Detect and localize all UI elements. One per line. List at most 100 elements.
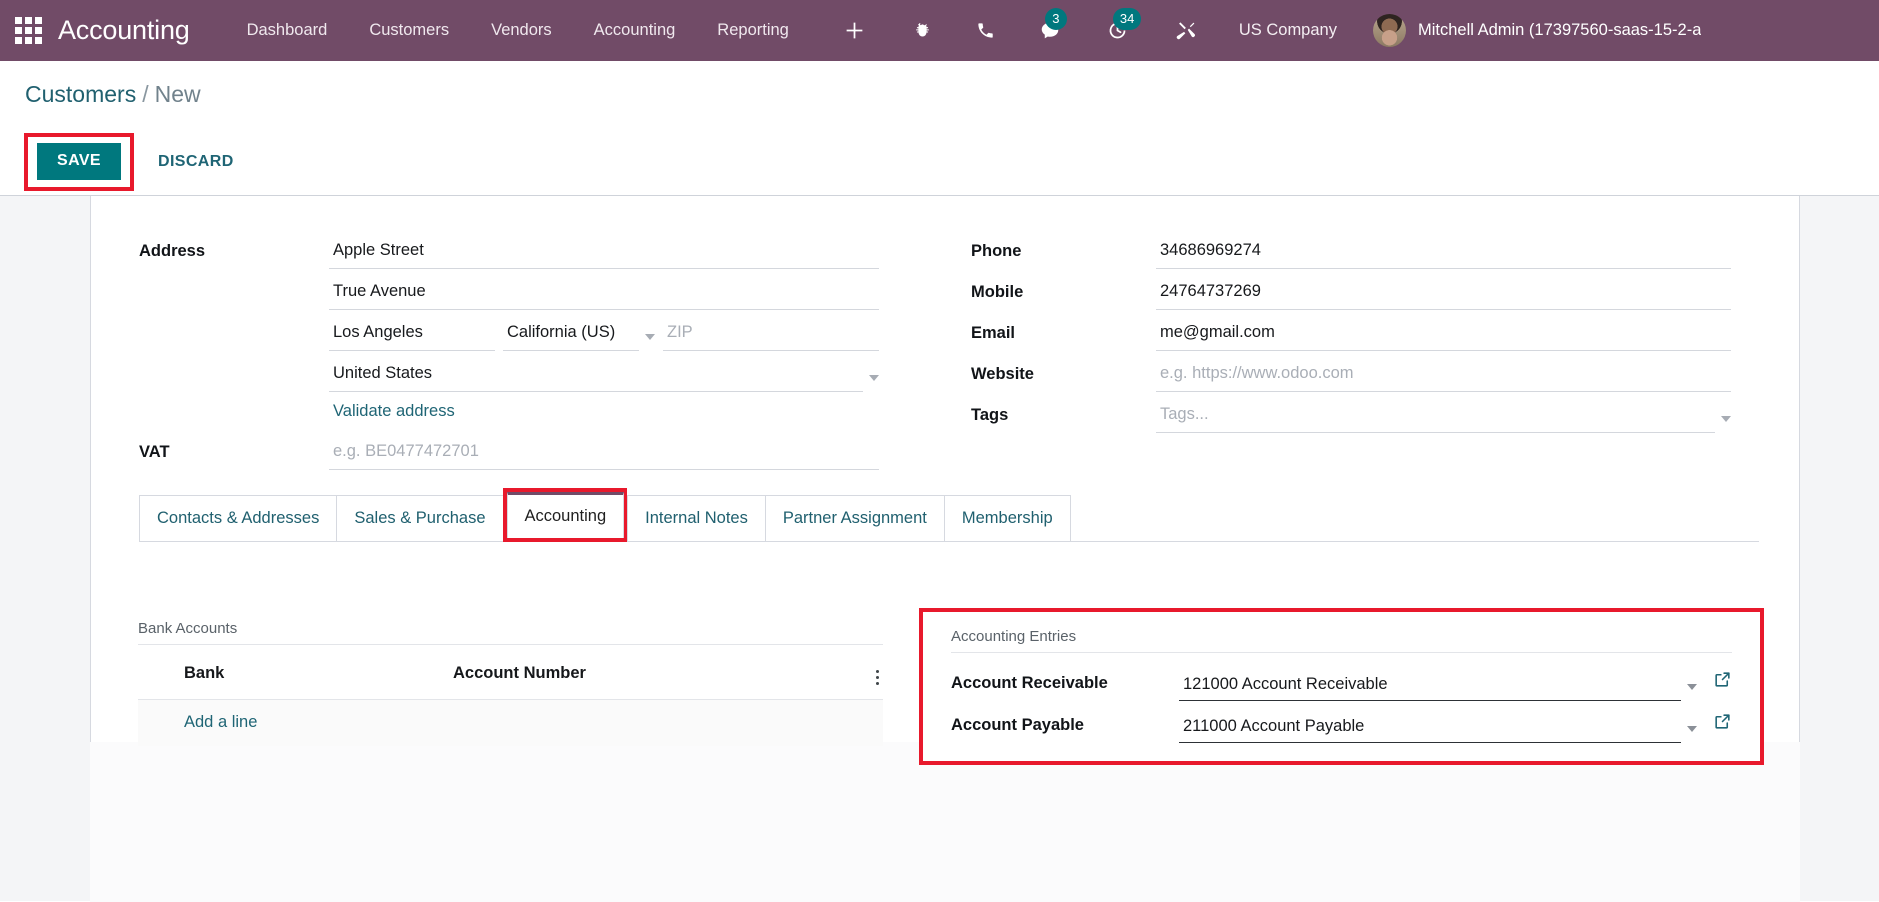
internal-link-receivable-icon[interactable] xyxy=(1713,670,1732,694)
bug-icon[interactable] xyxy=(891,0,954,61)
tags-label: Tags xyxy=(971,406,1009,424)
tools-icon[interactable] xyxy=(1154,0,1219,61)
tags-input[interactable]: Tags... xyxy=(1156,405,1715,433)
street2-spacer xyxy=(139,302,329,310)
breadcrumb: Customers / New xyxy=(25,81,201,108)
bank-accounts-group: Bank Accounts Bank Account Number Add a … xyxy=(138,620,883,746)
city-spacer xyxy=(139,343,329,351)
accounting-entries-title: Accounting Entries xyxy=(951,628,1732,653)
user-menu[interactable]: Mitchell Admin (17397560-saas-15-2-a xyxy=(1357,14,1701,47)
website-label: Website xyxy=(971,365,1034,383)
internal-link-payable-icon[interactable] xyxy=(1713,712,1732,736)
chat-icon[interactable]: 3 xyxy=(1017,0,1085,61)
add-a-line-link[interactable]: Add a line xyxy=(138,713,257,731)
phone-label: Phone xyxy=(971,242,1022,260)
column-header-account-number: Account Number xyxy=(453,645,853,700)
vertical-dots-icon[interactable] xyxy=(872,668,883,687)
phone-icon[interactable] xyxy=(954,0,1017,61)
city-input[interactable]: Los Angeles xyxy=(329,323,495,351)
tab-accounting[interactable]: Accounting xyxy=(506,492,625,538)
accounting-tab-annotation-highlight: Accounting xyxy=(502,488,628,542)
validate-address-link[interactable]: Validate address xyxy=(333,392,455,429)
breadcrumb-separator: / xyxy=(142,81,149,107)
app-brand-title[interactable]: Accounting xyxy=(58,15,190,46)
accounting-entries-annotation-highlight: Accounting Entries Account Receivable 12… xyxy=(919,608,1764,765)
website-input[interactable]: e.g. https://www.odoo.com xyxy=(1156,364,1731,392)
account-payable-select[interactable]: 211000 Account Payable xyxy=(1179,717,1681,743)
vat-input[interactable]: e.g. BE0477472701 xyxy=(329,442,879,470)
nav-menu-dashboard[interactable]: Dashboard xyxy=(226,0,349,61)
state-select[interactable]: California (US) xyxy=(503,323,639,351)
nav-menu-reporting[interactable]: Reporting xyxy=(696,0,810,61)
field-row-account-receivable: Account Receivable 121000 Account Receiv… xyxy=(951,659,1732,701)
field-row-street2: True Avenue xyxy=(139,269,879,310)
tab-sales-purchase[interactable]: Sales & Purchase xyxy=(336,495,504,541)
user-menu-label: Mitchell Admin (17397560-saas-15-2-a xyxy=(1417,21,1702,39)
country-select[interactable]: United States xyxy=(329,364,863,392)
optional-columns-header xyxy=(853,645,883,700)
mobile-label: Mobile xyxy=(971,283,1024,301)
nav-menu-accounting[interactable]: Accounting xyxy=(573,0,697,61)
chevron-down-icon[interactable] xyxy=(1687,684,1697,690)
control-panel: Customers / New SAVE DISCARD xyxy=(0,61,1879,195)
form-column-right: Phone 34686969274 Mobile 24764737269 Ema… xyxy=(971,228,1731,433)
street2-input[interactable]: True Avenue xyxy=(329,282,879,310)
field-row-mobile: Mobile 24764737269 xyxy=(971,269,1731,310)
tab-partner-assignment[interactable]: Partner Assignment xyxy=(764,495,945,541)
email-label: Email xyxy=(971,324,1016,342)
chevron-down-icon[interactable] xyxy=(1687,726,1697,732)
field-row-website: Website e.g. https://www.odoo.com xyxy=(971,351,1731,392)
bank-accounts-empty-strip xyxy=(138,790,883,830)
column-header-bank: Bank xyxy=(138,645,453,700)
nav-menu-vendors[interactable]: Vendors xyxy=(470,0,573,61)
street-input[interactable]: Apple Street xyxy=(329,241,879,269)
phone-input[interactable]: 34686969274 xyxy=(1156,241,1731,269)
address-label: Address xyxy=(139,242,206,260)
bank-accounts-table: Bank Account Number Add a line xyxy=(138,645,883,746)
bank-accounts-title: Bank Accounts xyxy=(138,620,883,645)
country-spacer xyxy=(139,384,329,392)
apps-grid-icon[interactable] xyxy=(0,0,46,61)
discard-button[interactable]: DISCARD xyxy=(148,144,244,180)
table-header-row: Bank Account Number xyxy=(138,645,883,700)
breadcrumb-item-customers[interactable]: Customers xyxy=(25,81,136,107)
field-row-account-payable: Account Payable 211000 Account Payable xyxy=(951,701,1732,743)
tab-contacts-addresses[interactable]: Contacts & Addresses xyxy=(139,495,338,541)
country-select-wrapper[interactable]: United States xyxy=(329,364,879,392)
nav-menu-customers[interactable]: Customers xyxy=(348,0,470,61)
field-row-tags: Tags Tags... xyxy=(971,392,1731,433)
plus-icon[interactable] xyxy=(822,0,891,61)
tab-internal-notes[interactable]: Internal Notes xyxy=(627,495,766,541)
notebook-tabs: Contacts & Addresses Sales & Purchase Ac… xyxy=(139,488,1759,542)
field-row-vat: VAT e.g. BE0477472701 xyxy=(139,429,879,470)
zip-input[interactable]: ZIP xyxy=(663,323,879,351)
account-payable-label: Account Payable xyxy=(951,716,1084,734)
account-receivable-label: Account Receivable xyxy=(951,674,1108,692)
save-button-annotation-highlight: SAVE xyxy=(24,133,134,191)
tags-select-wrapper[interactable]: Tags... xyxy=(1156,405,1731,433)
field-row-email: Email me@gmail.com xyxy=(971,310,1731,351)
vat-label: VAT xyxy=(139,443,170,461)
field-row-city-state-zip: Los Angeles California (US) ZIP xyxy=(139,310,879,351)
activities-count-badge: 34 xyxy=(1112,8,1142,30)
email-input[interactable]: me@gmail.com xyxy=(1156,323,1731,351)
save-button[interactable]: SAVE xyxy=(37,143,121,180)
chevron-down-icon xyxy=(869,375,879,381)
activities-clock-icon[interactable]: 34 xyxy=(1085,0,1154,61)
field-row-address: Address Apple Street xyxy=(139,228,879,269)
state-select-wrapper[interactable]: California (US) xyxy=(503,323,655,351)
mobile-input[interactable]: 24764737269 xyxy=(1156,282,1731,310)
tab-membership[interactable]: Membership xyxy=(943,495,1071,541)
chat-unread-badge: 3 xyxy=(1044,8,1067,30)
field-row-country: United States xyxy=(139,351,879,392)
table-row-add-line[interactable]: Add a line xyxy=(138,699,883,746)
field-row-phone: Phone 34686969274 xyxy=(971,228,1731,269)
chevron-down-icon xyxy=(1721,416,1731,422)
navbar-systray: 3 34 xyxy=(822,0,1219,61)
company-switcher[interactable]: US Company xyxy=(1219,0,1357,61)
avatar xyxy=(1372,14,1406,47)
form-column-left: Address Apple Street True Avenue Los Ang… xyxy=(139,228,879,470)
breadcrumb-item-current: New xyxy=(154,81,201,107)
account-receivable-select[interactable]: 121000 Account Receivable xyxy=(1179,675,1681,701)
chevron-down-icon xyxy=(645,334,655,340)
